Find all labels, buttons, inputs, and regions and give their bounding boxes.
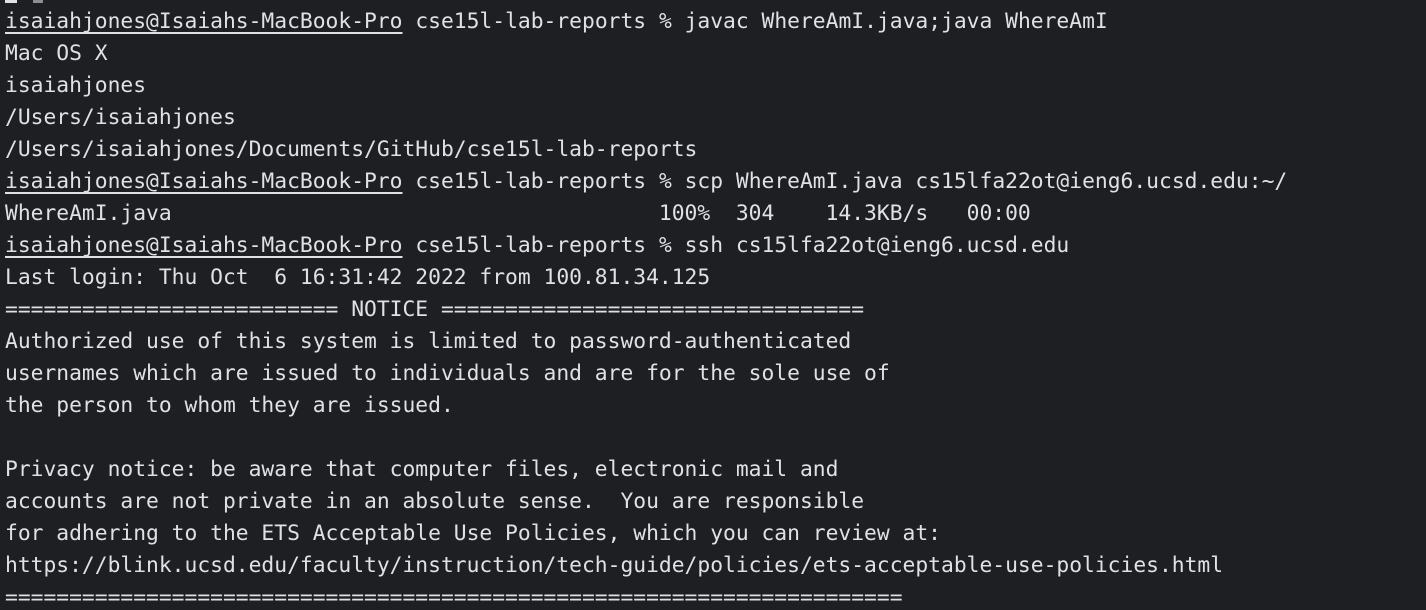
output-line: /Users/isaiahjones: [5, 102, 1426, 134]
output-text: /Users/isaiahjones/Documents/GitHub/cse1…: [5, 137, 698, 162]
output-line: Privacy notice: be aware that computer f…: [5, 454, 1426, 486]
output-text: https://blink.ucsd.edu/faculty/instructi…: [5, 553, 1224, 578]
output-text: Mac OS X: [5, 41, 108, 66]
output-line: Mac OS X: [5, 38, 1426, 70]
previous-line-fragment: [5, 0, 17, 3]
output-text: ========================== NOTICE ======…: [5, 297, 865, 322]
output-line: for adhering to the ETS Acceptable Use P…: [5, 518, 1426, 550]
output-line: WhereAmI.java 100% 304 14.3KB/s 00:00: [5, 198, 1426, 230]
command-text: ssh cs15lfa22ot@ieng6.ucsd.edu: [684, 233, 1070, 258]
prompt-cwd: cse15l-lab-reports: [415, 233, 647, 258]
output-line: accounts are not private in an absolute …: [5, 486, 1426, 518]
prompt-line: isaiahjones@Isaiahs-MacBook-Pro cse15l-l…: [5, 6, 1426, 38]
output-line: the person to whom they are issued.: [5, 390, 1426, 422]
output-text: /Users/isaiahjones: [5, 105, 236, 130]
output-text: ========================================…: [5, 585, 903, 610]
output-text: WhereAmI.java 100% 304 14.3KB/s 00:00: [5, 201, 1031, 226]
prompt-cwd: cse15l-lab-reports: [415, 169, 647, 194]
output-line: isaiahjones: [5, 70, 1426, 102]
command-text: scp WhereAmI.java cs15lfa22ot@ieng6.ucsd…: [684, 169, 1288, 194]
output-text: Authorized use of this system is limited…: [5, 329, 852, 354]
prompt-symbol: %: [658, 9, 672, 34]
prompt-user-host: isaiahjones@Isaiahs-MacBook-Pro: [5, 9, 403, 34]
output-text: usernames which are issued to individual…: [5, 361, 890, 386]
output-line: ========================== NOTICE ======…: [5, 294, 1426, 326]
output-line: Last login: Thu Oct 6 16:31:42 2022 from…: [5, 262, 1426, 294]
output-line: https://blink.ucsd.edu/faculty/instructi…: [5, 550, 1426, 582]
output-text: isaiahjones: [5, 73, 147, 98]
previous-line-fragment-secondary: [33, 0, 43, 3]
prompt-user-host: isaiahjones@Isaiahs-MacBook-Pro: [5, 233, 403, 258]
output-text: for adhering to the ETS Acceptable Use P…: [5, 521, 941, 546]
prompt-cwd: cse15l-lab-reports: [415, 9, 647, 34]
output-line: Authorized use of this system is limited…: [5, 326, 1426, 358]
output-line: ========================================…: [5, 582, 1426, 610]
output-text: the person to whom they are issued.: [5, 393, 454, 418]
prompt-symbol: %: [658, 233, 672, 258]
output-line: usernames which are issued to individual…: [5, 358, 1426, 390]
terminal-window[interactable]: isaiahjones@Isaiahs-MacBook-Pro cse15l-l…: [0, 0, 1426, 610]
prompt-symbol: %: [658, 169, 672, 194]
prompt-line: isaiahjones@Isaiahs-MacBook-Pro cse15l-l…: [5, 230, 1426, 262]
output-text: accounts are not private in an absolute …: [5, 489, 865, 514]
prompt-line: isaiahjones@Isaiahs-MacBook-Pro cse15l-l…: [5, 166, 1426, 198]
output-line: /Users/isaiahjones/Documents/GitHub/cse1…: [5, 134, 1426, 166]
command-text: javac WhereAmI.java;java WhereAmI: [684, 9, 1108, 34]
output-text: Privacy notice: be aware that computer f…: [5, 457, 839, 482]
terminal-output[interactable]: isaiahjones@Isaiahs-MacBook-Pro cse15l-l…: [5, 6, 1426, 610]
prompt-user-host: isaiahjones@Isaiahs-MacBook-Pro: [5, 169, 403, 194]
output-text: Last login: Thu Oct 6 16:31:42 2022 from…: [5, 265, 711, 290]
